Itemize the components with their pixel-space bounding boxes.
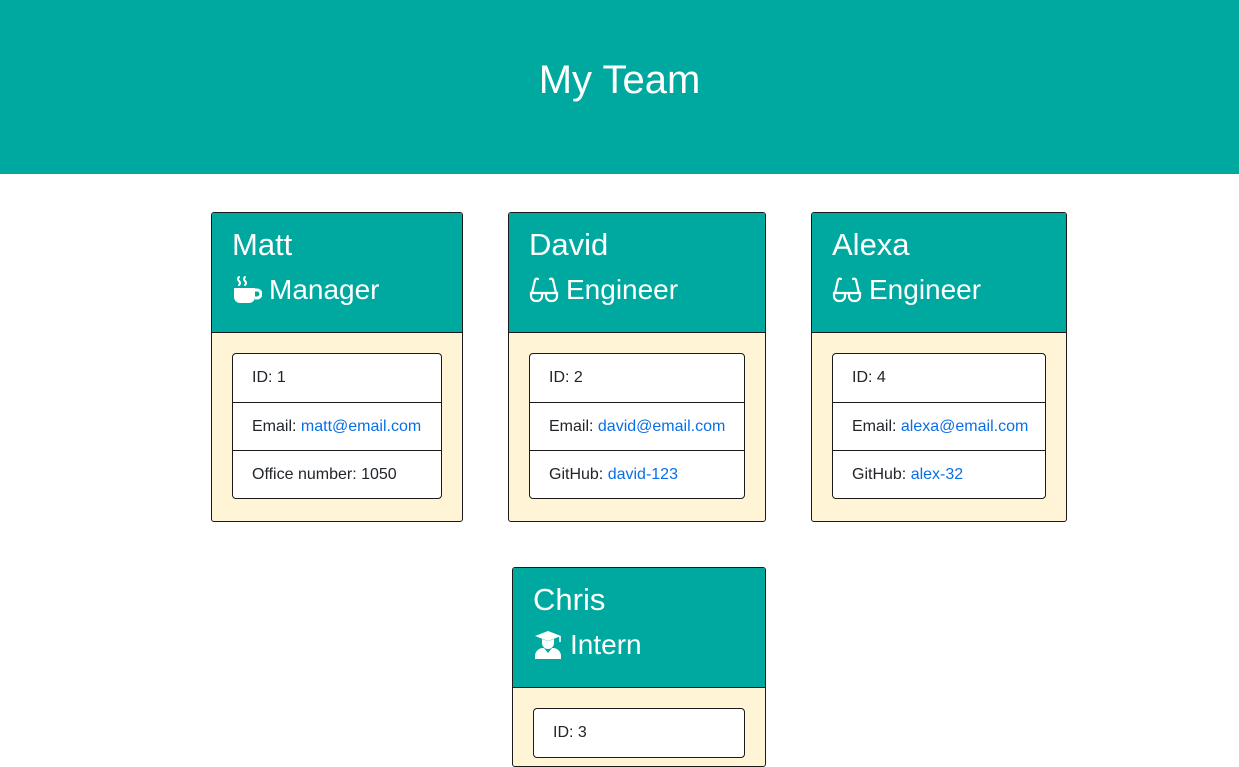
card-header: Alexa Engineer bbox=[812, 213, 1066, 333]
role-label: Intern bbox=[570, 629, 642, 660]
github-label: GitHub: bbox=[852, 466, 911, 483]
email-link[interactable]: david@email.com bbox=[598, 418, 725, 435]
card-header: Matt Manager bbox=[212, 213, 462, 333]
employee-name: Alexa bbox=[832, 227, 910, 262]
office-number-item: Office number: 1050 bbox=[233, 450, 441, 498]
page-title: My Team bbox=[538, 58, 701, 102]
github-item: GitHub: alex-32 bbox=[833, 450, 1045, 498]
info-list: ID: 1 Email: matt@email.com Office numbe… bbox=[232, 353, 442, 499]
role-label: Engineer bbox=[869, 274, 982, 305]
info-list: ID: 4 Email: alexa@email.com GitHub: ale… bbox=[832, 353, 1046, 499]
email-item: Email: matt@email.com bbox=[233, 402, 441, 450]
employee-name: Chris bbox=[533, 582, 606, 617]
employee-role: Engineer bbox=[529, 273, 765, 307]
glasses-icon bbox=[529, 275, 559, 305]
github-link[interactable]: alex-32 bbox=[911, 466, 963, 483]
employee-name: David bbox=[529, 227, 609, 262]
id-item: ID: 2 bbox=[549, 369, 583, 386]
employee-role: Manager bbox=[232, 273, 462, 307]
card-header: David Engineer bbox=[509, 213, 765, 333]
graduate-icon bbox=[533, 630, 563, 660]
email-label: Email: bbox=[549, 418, 598, 435]
email-link[interactable]: matt@email.com bbox=[301, 418, 421, 435]
role-label: Manager bbox=[269, 274, 380, 305]
page-header: My Team bbox=[0, 0, 1239, 174]
email-label: Email: bbox=[252, 418, 301, 435]
role-label: Engineer bbox=[566, 274, 679, 305]
employee-role: Intern bbox=[533, 628, 765, 662]
github-label: GitHub: bbox=[549, 466, 608, 483]
email-item: Email: david@email.com bbox=[530, 402, 744, 450]
card-header: Chris Intern bbox=[513, 568, 765, 688]
info-list: ID: 3 bbox=[533, 708, 745, 758]
employee-role: Engineer bbox=[832, 273, 1066, 307]
github-item: GitHub: david-123 bbox=[530, 450, 744, 498]
email-link[interactable]: alexa@email.com bbox=[901, 418, 1028, 435]
github-link[interactable]: david-123 bbox=[608, 466, 678, 483]
mug-icon bbox=[232, 275, 262, 305]
employee-card-david: David Engineer ID: 2 Email: david@email.… bbox=[508, 212, 766, 522]
info-list: ID: 2 Email: david@email.com GitHub: dav… bbox=[529, 353, 745, 499]
employee-card-alexa: Alexa Engineer ID: 4 Email: alexa@email.… bbox=[811, 212, 1067, 522]
employee-card-chris: Chris Intern ID: 3 bbox=[512, 567, 766, 767]
employee-name: Matt bbox=[232, 227, 293, 262]
id-item: ID: 4 bbox=[852, 369, 886, 386]
id-item: ID: 3 bbox=[553, 724, 587, 741]
email-item: Email: alexa@email.com bbox=[833, 402, 1045, 450]
employee-card-matt: Matt Manager ID: 1 Email: matt@email.com… bbox=[211, 212, 463, 522]
id-item: ID: 1 bbox=[252, 369, 286, 386]
email-label: Email: bbox=[852, 418, 901, 435]
glasses-icon bbox=[832, 275, 862, 305]
